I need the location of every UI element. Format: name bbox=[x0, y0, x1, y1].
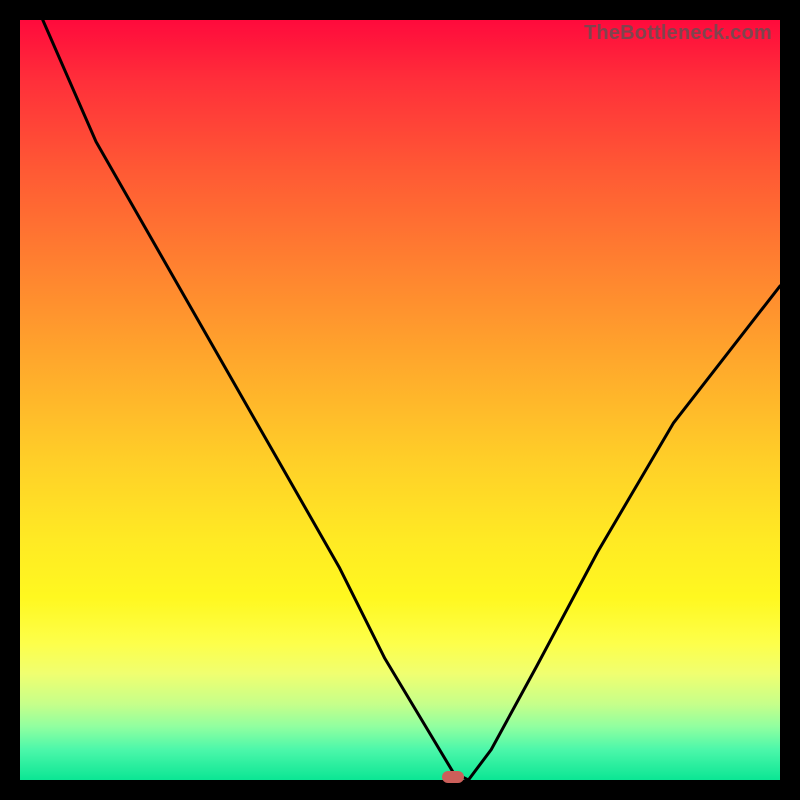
chart-frame: TheBottleneck.com bbox=[0, 0, 800, 800]
min-marker bbox=[442, 771, 464, 783]
bottleneck-curve-path bbox=[43, 20, 780, 780]
curve-svg bbox=[20, 20, 780, 780]
plot-area: TheBottleneck.com bbox=[20, 20, 780, 780]
